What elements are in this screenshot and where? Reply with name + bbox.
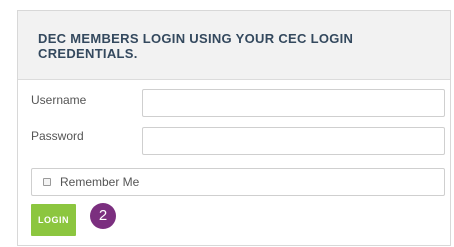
step-number-badge: 2: [90, 203, 116, 229]
login-button[interactable]: LOGIN: [31, 204, 76, 236]
login-title: DEC MEMBERS LOGIN USING YOUR CEC LOGIN C…: [38, 31, 354, 61]
login-panel-header: DEC MEMBERS LOGIN USING YOUR CEC LOGIN C…: [18, 11, 450, 80]
username-input[interactable]: [142, 89, 445, 117]
remember-me-row[interactable]: Remember Me: [31, 168, 445, 196]
remember-me-label[interactable]: Remember Me: [60, 175, 139, 189]
password-input[interactable]: [142, 127, 445, 155]
login-panel: DEC MEMBERS LOGIN USING YOUR CEC LOGIN C…: [17, 10, 451, 246]
password-label: Password: [31, 129, 84, 143]
username-label: Username: [31, 93, 87, 107]
remember-me-checkbox[interactable]: [43, 178, 51, 186]
